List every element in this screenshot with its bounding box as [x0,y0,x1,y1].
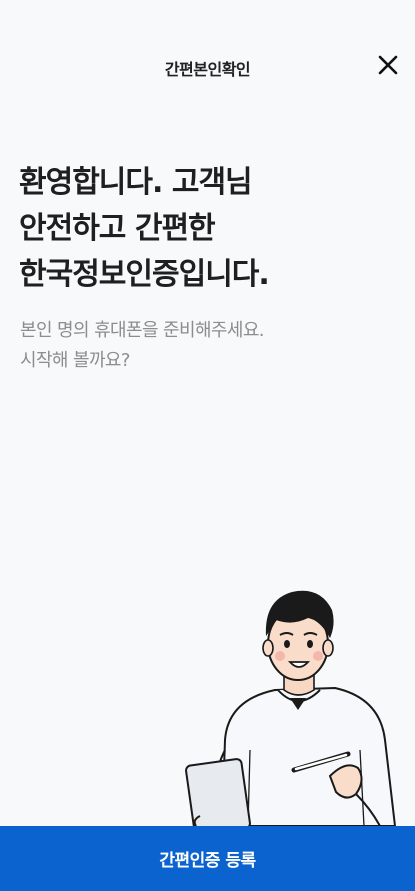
top-bar: 간편본인확인 [0,0,415,132]
welcome-headline: 환영합니다. 고객님 안전하고 간편한 한국정보인증입니다. [19,160,399,298]
headline-line-2: 안전하고 간편한 [19,211,216,246]
page-title: 간편본인확인 [164,60,251,79]
register-easy-auth-button[interactable]: 간편인증 등록 [0,826,415,891]
headline-line-1: 환영합니다. 고객님 [19,165,253,200]
close-icon [378,55,398,75]
instruction-line-2: 시작해 볼까요? [20,350,130,371]
close-button[interactable] [377,54,399,76]
man-holding-phone-and-pen-illustration [180,580,415,836]
headline-line-3: 한국정보인증입니다. [19,257,270,292]
instruction-text: 본인 명의 휴대폰을 준비해주세요. 시작해 볼까요? [20,316,400,376]
instruction-line-1: 본인 명의 휴대폰을 준비해주세요. [20,320,265,341]
